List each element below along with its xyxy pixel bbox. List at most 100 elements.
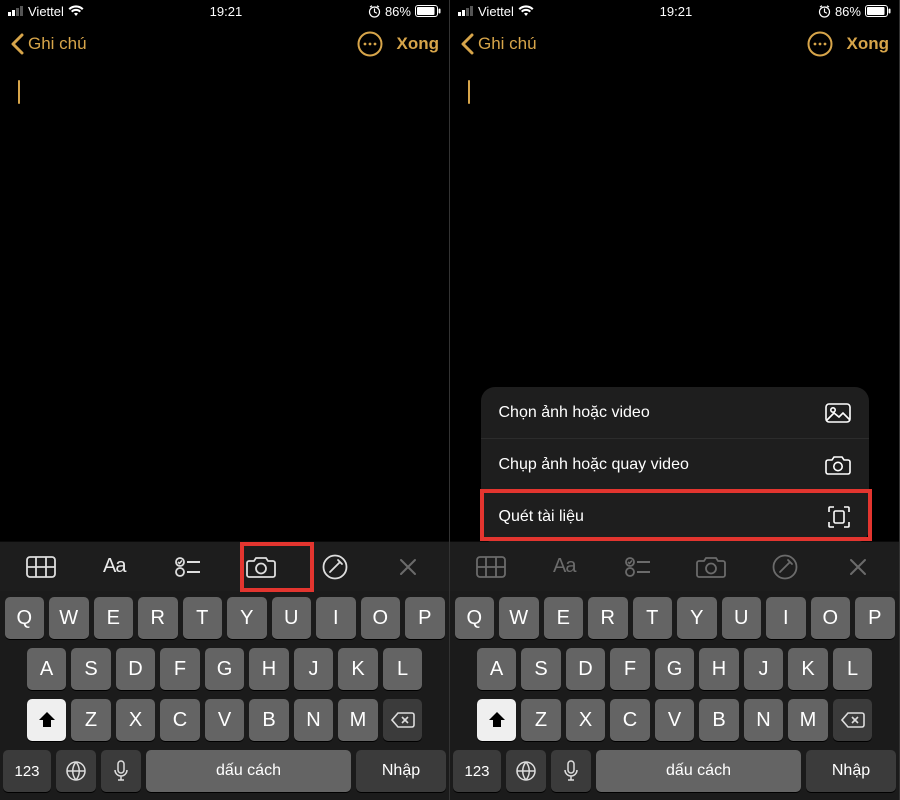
done-button[interactable]: Xong [397,34,440,54]
key-f[interactable]: F [160,648,200,690]
checklist-tool[interactable] [151,542,225,591]
key-shift[interactable] [477,699,517,741]
key-k[interactable]: K [338,648,378,690]
menu-take-photo[interactable]: Chụp ảnh hoặc quay video [481,439,869,491]
status-bar: Viettel 19:21 86% [450,0,899,22]
key-x[interactable]: X [116,699,156,741]
more-button[interactable] [357,31,383,57]
key-j[interactable]: J [744,648,784,690]
key-k[interactable]: K [788,648,828,690]
key-l[interactable]: L [383,648,423,690]
key-g[interactable]: G [655,648,695,690]
key-space[interactable]: dấu cách [146,750,351,792]
key-w[interactable]: W [49,597,89,639]
key-t[interactable]: T [183,597,223,639]
key-q[interactable]: Q [5,597,45,639]
key-j[interactable]: J [294,648,334,690]
key-space[interactable]: dấu cách [596,750,801,792]
key-y[interactable]: Y [677,597,717,639]
wifi-icon [518,5,534,17]
close-toolbar[interactable] [822,542,896,591]
chevron-left-icon [460,33,474,55]
key-globe[interactable] [506,750,546,792]
nav-bar: Ghi chú Xong [450,22,899,66]
keyboard: Q W E R T Y U I O P A S D F G H J K L Z [0,591,449,800]
back-button[interactable]: Ghi chú [460,33,537,55]
battery-icon [415,5,441,17]
camera-tool[interactable] [225,542,299,591]
key-numbers[interactable]: 123 [453,750,501,792]
key-v[interactable]: V [205,699,245,741]
key-y[interactable]: Y [227,597,267,639]
key-row-1: Q W E R T Y U I O P [3,597,446,639]
key-o[interactable]: O [361,597,401,639]
back-label: Ghi chú [28,34,87,54]
key-d[interactable]: D [116,648,156,690]
key-d[interactable]: D [566,648,606,690]
key-g[interactable]: G [205,648,245,690]
key-e[interactable]: E [94,597,134,639]
key-n[interactable]: N [744,699,784,741]
key-return[interactable]: Nhập [806,750,896,792]
note-editor[interactable]: Chọn ảnh hoặc video Chụp ảnh hoặc quay v… [450,66,899,541]
phone-screen-right: Viettel 19:21 86% Ghi chú [450,0,900,800]
key-return[interactable]: Nhập [356,750,446,792]
key-u[interactable]: U [722,597,762,639]
table-tool[interactable] [454,542,528,591]
key-m[interactable]: M [338,699,378,741]
key-q[interactable]: Q [455,597,495,639]
key-mic[interactable] [101,750,141,792]
menu-choose-photo[interactable]: Chọn ảnh hoặc video [481,387,869,439]
key-backspace[interactable] [833,699,873,741]
checklist-tool[interactable] [601,542,675,591]
back-button[interactable]: Ghi chú [10,33,87,55]
key-a[interactable]: A [27,648,67,690]
key-h[interactable]: H [249,648,289,690]
more-button[interactable] [807,31,833,57]
key-h[interactable]: H [699,648,739,690]
close-toolbar[interactable] [372,542,446,591]
key-mic[interactable] [551,750,591,792]
key-t[interactable]: T [633,597,673,639]
key-s[interactable]: S [71,648,111,690]
key-v[interactable]: V [655,699,695,741]
key-m[interactable]: M [788,699,828,741]
markup-tool[interactable] [748,542,822,591]
key-l[interactable]: L [833,648,873,690]
markup-tool[interactable] [298,542,372,591]
key-p[interactable]: P [855,597,895,639]
table-tool[interactable] [4,542,78,591]
key-i[interactable]: I [316,597,356,639]
key-u[interactable]: U [272,597,312,639]
key-r[interactable]: R [138,597,178,639]
key-o[interactable]: O [811,597,851,639]
text-format-tool[interactable]: Aa [528,542,602,591]
menu-scan-document[interactable]: Quét tài liệu [481,491,869,543]
key-e[interactable]: E [544,597,584,639]
key-w[interactable]: W [499,597,539,639]
key-z[interactable]: Z [521,699,561,741]
key-r[interactable]: R [588,597,628,639]
key-shift[interactable] [27,699,67,741]
note-editor[interactable] [0,66,449,541]
key-p[interactable]: P [405,597,445,639]
key-i[interactable]: I [766,597,806,639]
key-f[interactable]: F [610,648,650,690]
key-globe[interactable] [56,750,96,792]
done-button[interactable]: Xong [847,34,890,54]
key-backspace[interactable] [383,699,423,741]
text-format-tool[interactable]: Aa [78,542,152,591]
key-row-1: Q W E R T Y U I O P [453,597,896,639]
key-z[interactable]: Z [71,699,111,741]
key-c[interactable]: C [610,699,650,741]
key-x[interactable]: X [566,699,606,741]
key-n[interactable]: N [294,699,334,741]
text-cursor [18,80,20,104]
key-s[interactable]: S [521,648,561,690]
key-a[interactable]: A [477,648,517,690]
key-b[interactable]: B [699,699,739,741]
key-b[interactable]: B [249,699,289,741]
camera-tool[interactable] [675,542,749,591]
key-c[interactable]: C [160,699,200,741]
key-numbers[interactable]: 123 [3,750,51,792]
